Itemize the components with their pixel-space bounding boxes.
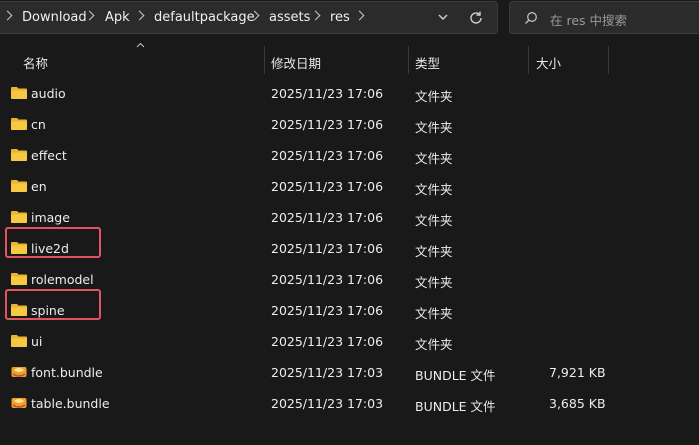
file-modified-date: 2025/11/23 17:03 [271,365,384,380]
folder-icon [10,116,28,132]
file-row[interactable]: effect 2025/11/23 17:06 文件夹 [0,140,699,171]
folder-icon [10,85,28,101]
bundle-file-icon [10,364,28,380]
file-name: ui [31,334,43,349]
file-modified-date: 2025/11/23 17:06 [271,86,384,101]
file-modified-date: 2025/11/23 17:06 [271,272,384,287]
file-type: 文件夹 [415,151,453,166]
search-icon [525,12,537,24]
breadcrumb-chevron-icon[interactable] [310,10,321,21]
folder-icon [10,271,28,287]
folder-icon [10,333,28,349]
file-name: image [31,210,70,225]
file-modified-date: 2025/11/23 17:06 [271,303,384,318]
column-header-date[interactable]: 修改日期 [271,53,321,72]
file-modified-date: 2025/11/23 17:06 [271,210,384,225]
column-divider[interactable] [608,46,609,74]
folder-icon [10,178,28,194]
file-modified-date: 2025/11/23 17:06 [271,117,384,132]
breadcrumb-chevron-icon[interactable] [354,10,365,21]
file-type: 文件夹 [415,337,453,352]
chevron-down-icon[interactable] [436,10,450,24]
file-modified-date: 2025/11/23 17:06 [271,241,384,256]
column-header: 名称 修改日期 类型 大小 [0,42,699,74]
file-row[interactable]: cn 2025/11/23 17:06 文件夹 [0,109,699,140]
file-row[interactable]: en 2025/11/23 17:06 文件夹 [0,171,699,202]
breadcrumb-item-apk[interactable]: Apk [105,10,130,25]
file-name: font.bundle [31,365,103,380]
file-name: cn [31,117,46,132]
file-type: 文件夹 [415,244,453,259]
search-input[interactable]: 在 res 中搜索 [550,10,627,29]
file-row[interactable]: ui 2025/11/23 17:06 文件夹 [0,326,699,357]
file-row[interactable]: font.bundle 2025/11/23 17:03 BUNDLE 文件 7,92… [0,357,699,388]
file-modified-date: 2025/11/23 17:06 [271,148,384,163]
file-type: 文件夹 [415,182,453,197]
column-header-size[interactable]: 大小 [536,53,561,72]
address-bar[interactable]: Download Apk defaultpackage assets res [0,1,498,34]
file-row[interactable]: image 2025/11/23 17:06 文件夹 [0,202,699,233]
file-type: 文件夹 [415,89,453,104]
file-size: 7,921 KB [549,365,606,380]
sort-ascending-icon [136,42,145,48]
breadcrumb-chevron-icon[interactable] [2,10,13,21]
column-header-type[interactable]: 类型 [415,53,440,72]
file-row[interactable]: table.bundle 2025/11/23 17:03 BUNDLE 文件 3,6… [0,388,699,419]
file-name: table.bundle [31,396,110,411]
highlight-box [5,289,101,320]
search-box[interactable]: 在 res 中搜索 [509,1,699,34]
file-row[interactable]: live2d 2025/11/23 17:06 文件夹 [0,227,699,264]
file-row[interactable]: spine 2025/11/23 17:06 文件夹 [0,289,699,326]
column-divider[interactable] [264,46,265,74]
file-modified-date: 2025/11/23 17:06 [271,334,384,349]
file-modified-date: 2025/11/23 17:06 [271,179,384,194]
file-row[interactable]: rolemodel 2025/11/23 17:06 文件夹 [0,264,699,295]
folder-icon [10,209,28,225]
navigation-bar: Download Apk defaultpackage assets res 在… [0,0,699,37]
file-type: 文件夹 [415,120,453,135]
breadcrumb-item-download[interactable]: Download [22,10,87,25]
file-size: 3,685 KB [549,396,606,411]
breadcrumb-item-assets[interactable]: assets [269,10,310,25]
breadcrumb-chevron-icon[interactable] [134,10,145,21]
file-type: BUNDLE 文件 [415,368,496,383]
file-row[interactable]: audio 2025/11/23 17:06 文件夹 [0,78,699,109]
column-divider[interactable] [528,46,529,74]
file-type: BUNDLE 文件 [415,399,496,414]
bundle-file-icon [10,395,28,411]
file-name: en [31,179,47,194]
highlight-box [5,227,101,258]
breadcrumb-item-defaultpackage[interactable]: defaultpackage [154,10,255,25]
column-divider[interactable] [408,46,409,74]
file-modified-date: 2025/11/23 17:03 [271,396,384,411]
file-type: 文件夹 [415,213,453,228]
folder-icon [10,147,28,163]
file-name: effect [31,148,67,163]
refresh-icon[interactable] [468,10,484,26]
file-name: audio [31,86,66,101]
breadcrumb-item-res[interactable]: res [330,10,350,25]
file-type: 文件夹 [415,306,453,321]
column-header-name[interactable]: 名称 [23,53,48,72]
file-name: rolemodel [31,272,94,287]
file-type: 文件夹 [415,275,453,290]
